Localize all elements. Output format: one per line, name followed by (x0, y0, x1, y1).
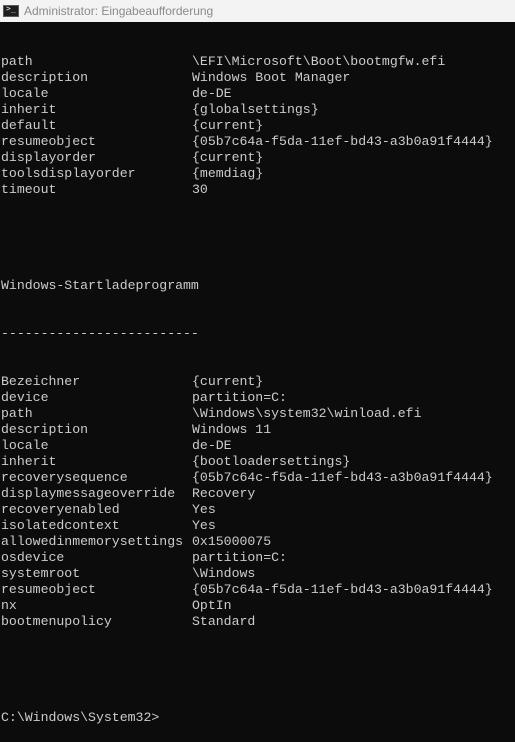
property-row: device partition=C: (1, 390, 515, 406)
property-value: de-DE (192, 86, 232, 101)
property-value: Standard (192, 614, 256, 629)
property-key: recoverysequence (1, 470, 128, 485)
property-value: partition=C: (192, 550, 287, 565)
property-key: description (1, 422, 89, 437)
property-value: \EFI\Microsoft\Boot\bootmgfw.efi (192, 54, 446, 69)
property-row: osdevice partition=C: (1, 550, 515, 566)
property-value: partition=C: (192, 390, 287, 405)
property-key: isolatedcontext (1, 518, 120, 533)
property-key: description (1, 70, 89, 85)
console-output[interactable]: path \EFI\Microsoft\Boot\bootmgfw.efi desc… (1, 22, 515, 742)
property-row: resumeobject {05b7c64a-f5da-11ef-bd43-a3b… (1, 134, 515, 150)
property-value: \Windows\system32\winload.efi (192, 406, 422, 421)
property-key: osdevice (1, 550, 65, 565)
property-key: path (1, 54, 33, 69)
property-key: default (1, 118, 57, 133)
property-row: recoveryenabled Yes (1, 502, 515, 518)
property-key: systemroot (1, 566, 81, 581)
property-key: path (1, 406, 33, 421)
property-value: {05b7c64a-f5da-11ef-bd43-a3b0a91f4444} (192, 134, 493, 149)
property-key: locale (1, 438, 49, 453)
property-key: inherit (1, 102, 57, 117)
prompt-path: C:\Windows\System32> (1, 710, 160, 725)
property-key: recoveryenabled (1, 502, 120, 517)
property-value: {current} (192, 374, 264, 389)
property-row: resumeobject {05b7c64a-f5da-11ef-bd43-a3b… (1, 582, 515, 598)
property-row: locale de-DE (1, 86, 515, 102)
property-row: bootmenupolicy Standard (1, 614, 515, 630)
property-row: systemroot \Windows (1, 566, 515, 582)
property-key: Bezeichner (1, 374, 81, 389)
property-row: toolsdisplayorder {memdiag} (1, 166, 515, 182)
property-value: OptIn (192, 598, 232, 613)
property-value: Windows Boot Manager (192, 70, 351, 85)
property-key: toolsdisplayorder (1, 166, 136, 181)
property-value: {memdiag} (192, 166, 264, 181)
property-row: recoverysequence {05b7c64c-f5da-11ef-bd43… (1, 470, 515, 486)
property-row: path \Windows\system32\winload.efi (1, 406, 515, 422)
property-row: displaymessageoverride Recovery (1, 486, 515, 502)
property-key: bootmenupolicy (1, 614, 112, 629)
property-row: inherit {bootloadersettings} (1, 454, 515, 470)
window-titlebar[interactable]: >_ Administrator: Eingabeaufforderung (0, 0, 515, 22)
section-underline: ------------------------- (1, 326, 199, 341)
cmd-icon: >_ (3, 4, 19, 17)
property-row: locale de-DE (1, 438, 515, 454)
property-key: displayorder (1, 150, 96, 165)
property-value: {current} (192, 118, 264, 133)
property-value: {bootloadersettings} (192, 454, 351, 469)
property-key: timeout (1, 182, 57, 197)
window-title: Administrator: Eingabeaufforderung (24, 4, 214, 18)
boot-manager-entry: path \EFI\Microsoft\Boot\bootmgfw.efi desc… (1, 54, 515, 198)
property-key: nx (1, 598, 17, 613)
property-value: {05b7c64a-f5da-11ef-bd43-a3b0a91f4444} (192, 582, 493, 597)
property-value: {05b7c64c-f5da-11ef-bd43-a3b0a91f4444} (192, 470, 493, 485)
property-row: displayorder {current} (1, 150, 515, 166)
property-row: description Windows Boot Manager (1, 70, 515, 86)
command-prompt[interactable]: C:\Windows\System32> (1, 710, 515, 726)
property-value: \Windows (192, 566, 256, 581)
property-value: Yes (192, 518, 216, 533)
property-value: {globalsettings} (192, 102, 319, 117)
property-key: locale (1, 86, 49, 101)
property-key: resumeobject (1, 134, 96, 149)
property-value: Yes (192, 502, 216, 517)
property-value: Recovery (192, 486, 256, 501)
boot-loader-entry: Bezeichner {current} device partition=C: pat… (1, 374, 515, 630)
property-value: 30 (192, 182, 208, 197)
property-value: Windows 11 (192, 422, 272, 437)
property-row: path \EFI\Microsoft\Boot\bootmgfw.efi (1, 54, 515, 70)
property-key: device (1, 390, 49, 405)
property-row: description Windows 11 (1, 422, 515, 438)
property-row: default {current} (1, 118, 515, 134)
property-value: de-DE (192, 438, 232, 453)
property-row: Bezeichner {current} (1, 374, 515, 390)
property-row: nx OptIn (1, 598, 515, 614)
section-heading: Windows-Startladeprogramm (1, 278, 199, 293)
property-key: inherit (1, 454, 57, 469)
property-row: isolatedcontext Yes (1, 518, 515, 534)
property-row: timeout 30 (1, 182, 515, 198)
property-key: displaymessageoverride (1, 486, 176, 501)
property-key: resumeobject (1, 582, 96, 597)
property-row: inherit {globalsettings} (1, 102, 515, 118)
property-value: {current} (192, 150, 264, 165)
